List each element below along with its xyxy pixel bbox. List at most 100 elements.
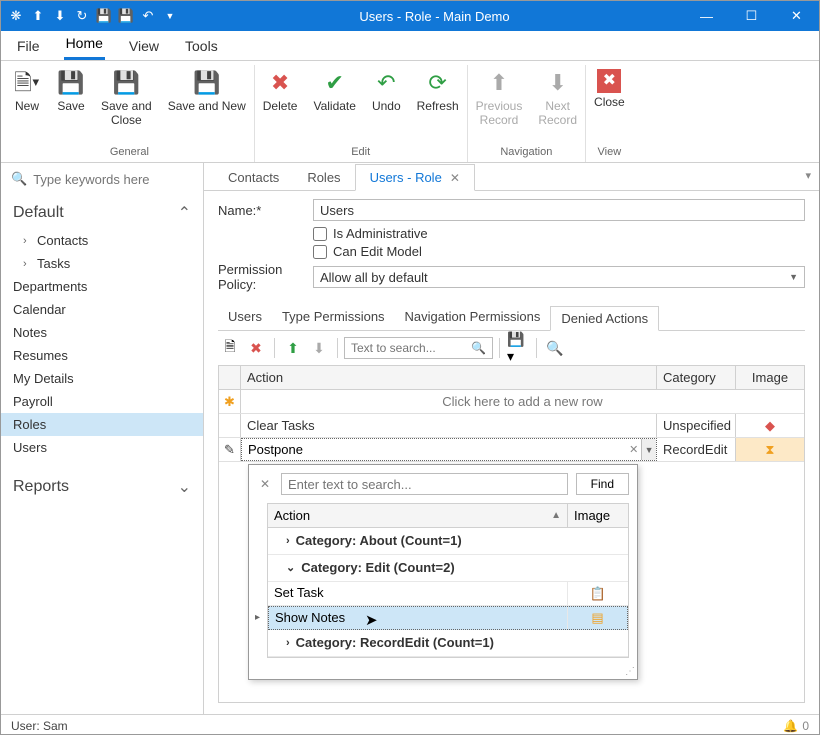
popup-image-header[interactable]: Image <box>568 504 628 527</box>
status-notifications[interactable]: 🔔 0 <box>783 719 809 733</box>
ribbon-new-button[interactable]: 🗎▾New <box>5 65 49 146</box>
ribbon-delete-button[interactable]: ✖Delete <box>255 65 306 146</box>
is-admin-checkbox[interactable]: Is Administrative <box>313 226 805 241</box>
qat-undo-icon[interactable]: ↶ <box>139 7 157 25</box>
grid-category-header[interactable]: Category <box>657 366 736 389</box>
qat-gear-icon[interactable]: ❋ <box>7 7 25 25</box>
resize-grip-icon[interactable]: ⋰ <box>249 666 637 679</box>
qat-save-icon[interactable]: 💾 <box>95 7 113 25</box>
grid-row[interactable]: Clear Tasks Unspecified ◆ <box>219 414 804 438</box>
dropdown-toggle-icon[interactable]: ▼ <box>641 439 656 460</box>
doctab-contacts[interactable]: Contacts <box>214 165 293 190</box>
menu-tools[interactable]: Tools <box>183 33 220 60</box>
nav-item-payroll[interactable]: Payroll <box>1 390 203 413</box>
nav-item-notes[interactable]: Notes <box>1 321 203 344</box>
close-tab-icon[interactable]: ✕ <box>450 171 460 185</box>
ribbon-refresh-button[interactable]: ⟳Refresh <box>409 65 467 146</box>
popup-search-input[interactable] <box>281 473 568 495</box>
toolbar-search-input[interactable] <box>345 341 465 355</box>
subtab-denied-actions[interactable]: Denied Actions <box>550 306 659 331</box>
grid-image-header[interactable]: Image <box>736 366 804 389</box>
toolbar-preview-icon[interactable]: 🔍 <box>543 336 567 360</box>
tabs-overflow-icon[interactable]: ▾ <box>805 169 811 182</box>
grid-new-row[interactable]: ✱ Click here to add a new row <box>219 390 804 414</box>
action-cell-input[interactable] <box>242 439 626 460</box>
qat-up-icon[interactable]: ⬆ <box>29 7 47 25</box>
qat-down-icon[interactable]: ⬇ <box>51 7 69 25</box>
hourglass-icon: ⧗ <box>765 442 774 458</box>
sub-tabs: Users Type Permissions Navigation Permis… <box>218 305 805 331</box>
toolbar-up-icon[interactable]: ⬆ <box>281 336 305 360</box>
name-label: Name:* <box>218 203 313 218</box>
nav-section-reports[interactable]: Reports⌄ <box>1 469 203 503</box>
nav-section-default[interactable]: Default⌃ <box>1 195 203 229</box>
nav-item-calendar[interactable]: Calendar <box>1 298 203 321</box>
sidebar-search[interactable]: 🔍 <box>1 163 203 195</box>
chevron-down-icon: ▼ <box>789 272 798 282</box>
chevron-up-icon: ⌃ <box>178 203 191 223</box>
ribbon-prev-record-button[interactable]: ⬆Previous Record <box>468 65 531 146</box>
ribbon-validate-button[interactable]: ✔Validate <box>305 65 363 146</box>
status-bar: User: Sam 🔔 0 <box>1 714 819 736</box>
menu-file[interactable]: File <box>15 33 42 60</box>
chevron-right-icon: › <box>23 235 31 247</box>
row-indicator-icon: ▸ <box>255 612 260 623</box>
qat-refresh-icon[interactable]: ↻ <box>73 7 91 25</box>
subtab-users[interactable]: Users <box>218 305 272 330</box>
grid-toolbar: 🗎 ✖ ⬆ ⬇ 🔍 💾▾ 🔍 <box>218 335 805 361</box>
ribbon-save-close-button[interactable]: 💾Save and Close <box>93 65 160 146</box>
nav-item-mydetails[interactable]: My Details <box>1 367 203 390</box>
popup-row-settask[interactable]: Set Task 📋 <box>268 582 628 606</box>
toolbar-down-icon[interactable]: ⬇ <box>307 336 331 360</box>
ribbon-close-button[interactable]: ✖Close <box>586 65 633 146</box>
action-lookup-popup: ✕ Find Action▲ Image ›Category: About (C… <box>248 464 638 680</box>
popup-action-header[interactable]: Action▲ <box>268 504 568 527</box>
clear-value-icon[interactable]: ✕ <box>626 443 641 456</box>
name-input[interactable] <box>313 199 805 221</box>
chevron-down-icon: ⌄ <box>178 477 191 497</box>
toolbar-new-icon[interactable]: 🗎 <box>218 336 242 360</box>
can-edit-model-checkbox[interactable]: Can Edit Model <box>313 244 805 259</box>
grid-row-editing[interactable]: ✎ ✕ ▼ RecordEdit ⧗ <box>219 438 804 462</box>
menu-view[interactable]: View <box>127 33 161 60</box>
nav-item-users[interactable]: Users <box>1 436 203 459</box>
doctab-users-role[interactable]: Users - Role ✕ <box>355 164 475 191</box>
sidebar-search-input[interactable] <box>33 172 204 187</box>
popup-group-recordedit[interactable]: ›Category: RecordEdit (Count=1) <box>268 630 628 657</box>
ribbon-group-edit: Edit <box>351 146 370 160</box>
popup-clear-icon[interactable]: ✕ <box>257 477 273 491</box>
search-icon: 🔍 <box>11 171 27 187</box>
nav-item-departments[interactable]: Departments <box>1 275 203 298</box>
ribbon-next-record-button[interactable]: ⬇Next Record <box>530 65 585 146</box>
toolbar-save-layout-icon[interactable]: 💾▾ <box>506 336 530 360</box>
nav-item-roles[interactable]: Roles <box>1 413 203 436</box>
bell-icon: 🔔 <box>783 719 798 733</box>
toolbar-delete-icon[interactable]: ✖ <box>244 336 268 360</box>
window-maximize-button[interactable]: ☐ <box>729 1 774 31</box>
qat-dropdown-icon[interactable]: ▼ <box>161 7 179 25</box>
ribbon-undo-button[interactable]: ↶Undo <box>364 65 409 146</box>
window-minimize-button[interactable]: — <box>684 1 729 31</box>
chevron-down-icon: ⌄ <box>286 559 295 577</box>
subtab-navigation-permissions[interactable]: Navigation Permissions <box>395 305 551 330</box>
toolbar-search[interactable]: 🔍 <box>344 337 493 359</box>
window-close-button[interactable]: ✕ <box>774 1 819 31</box>
doctab-roles[interactable]: Roles <box>293 165 354 190</box>
permission-policy-select[interactable]: Allow all by default▼ <box>313 266 805 288</box>
window-title: Users - Role - Main Demo <box>185 9 684 24</box>
popup-row-shownotes[interactable]: ▸ Show Notes ▤ ➤ <box>268 606 628 630</box>
ribbon-save-new-button[interactable]: 💾Save and New <box>160 65 254 146</box>
search-icon[interactable]: 🔍 <box>465 341 492 355</box>
nav-item-resumes[interactable]: Resumes <box>1 344 203 367</box>
qat-saveas-icon[interactable]: 💾 <box>117 7 135 25</box>
ribbon-save-button[interactable]: 💾Save <box>49 65 93 146</box>
menu-home[interactable]: Home <box>64 30 105 60</box>
popup-group-edit[interactable]: ⌄Category: Edit (Count=2) <box>268 555 628 582</box>
nav-item-contacts[interactable]: ›Contacts <box>1 229 203 252</box>
popup-group-about[interactable]: ›Category: About (Count=1) <box>268 528 628 555</box>
subtab-type-permissions[interactable]: Type Permissions <box>272 305 395 330</box>
chevron-right-icon: › <box>23 258 31 270</box>
popup-find-button[interactable]: Find <box>576 473 629 495</box>
nav-item-tasks[interactable]: ›Tasks <box>1 252 203 275</box>
grid-action-header[interactable]: Action <box>241 366 657 389</box>
